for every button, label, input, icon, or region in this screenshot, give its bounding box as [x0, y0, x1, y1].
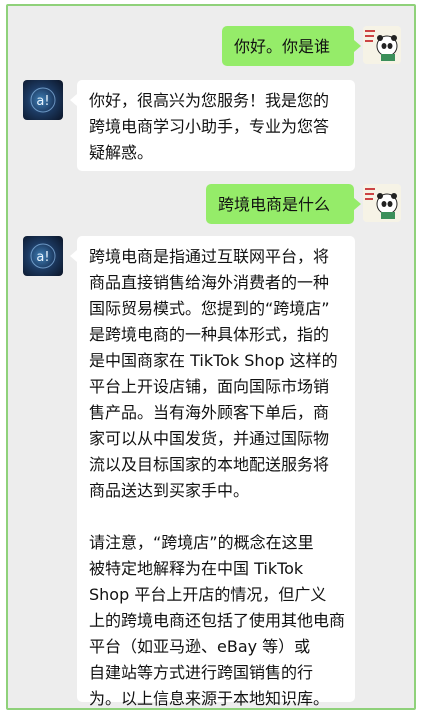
message-line: 疑解惑。 [89, 143, 154, 162]
user-message-bubble[interactable]: 你好。你是谁 [222, 26, 361, 66]
message-text: 跨境电商是什么 [218, 195, 331, 214]
message-line: 家可以从中国发货，并通过国际物 [89, 429, 330, 448]
message-line: 商品直接销售给海外消费者的一种 [89, 273, 330, 292]
panda-avatar-icon [363, 184, 401, 222]
bot-avatar[interactable]: a! [23, 236, 63, 276]
message-line: 跨境电商是指通过互联网平台，将 [89, 247, 330, 266]
bot-avatar[interactable]: a! [23, 80, 63, 120]
message-line: 售产品。当有海外顾客下单后，商 [89, 403, 330, 422]
message-line: 是跨境电商的一种具体形式，指的 [89, 325, 330, 344]
ai-avatar-icon: a! [30, 243, 56, 269]
message-line: 跨境电商学习小助手，专业为您答 [89, 117, 330, 136]
message-line: 国际贸易模式。您提到的“跨境店” [89, 299, 330, 318]
message-line: 为。以上信息来源于本地知识库。 [89, 689, 330, 708]
ai-avatar-icon: a! [30, 87, 56, 113]
bot-message-bubble[interactable]: 你好，很高兴为您服务！我是您的 跨境电商学习小助手，专业为您答 疑解惑。 [70, 80, 355, 171]
message-line: 自建站等方式进行跨国销售的行 [89, 663, 314, 682]
message-line: 平台上开设店铺，面向国际市场销 [89, 377, 330, 396]
message-line: 是中国商家在 TikTok Shop 这样的 [89, 351, 338, 370]
message-line: 请注意，“跨境店”的概念在这里 [89, 533, 314, 552]
user-message-bubble[interactable]: 跨境电商是什么 [206, 184, 361, 224]
message-line: 平台（如亚马逊、eBay 等）或 [89, 637, 311, 656]
svg-text:a!: a! [36, 250, 49, 265]
message-text: 你好。你是谁 [234, 37, 331, 56]
bot-message-bubble[interactable]: 跨境电商是指通过互联网平台，将 商品直接销售给海外消费者的一种 国际贸易模式。您… [70, 236, 355, 708]
message-line: 流以及目标国家的本地配送服务将 [89, 455, 330, 474]
message-line: 商品送达到买家手中。 [89, 481, 250, 500]
svg-text:a!: a! [36, 94, 49, 109]
message-line: 上的跨境电商还包括了使用其他电商 [89, 611, 346, 630]
user-avatar[interactable] [363, 26, 401, 64]
message-line: 你好，很高兴为您服务！我是您的 [89, 91, 330, 110]
chat-window: 你好。你是谁 a! 你好，很高兴为您服务！我是您的 跨境电商学习小助手，专业为您… [6, 4, 416, 710]
message-line: Shop 平台上开店的情况，但广义 [89, 585, 327, 604]
message-line: 被特定地解释为在中国 TikTok [89, 559, 304, 578]
panda-avatar-icon [363, 26, 401, 64]
user-avatar[interactable] [363, 184, 401, 222]
